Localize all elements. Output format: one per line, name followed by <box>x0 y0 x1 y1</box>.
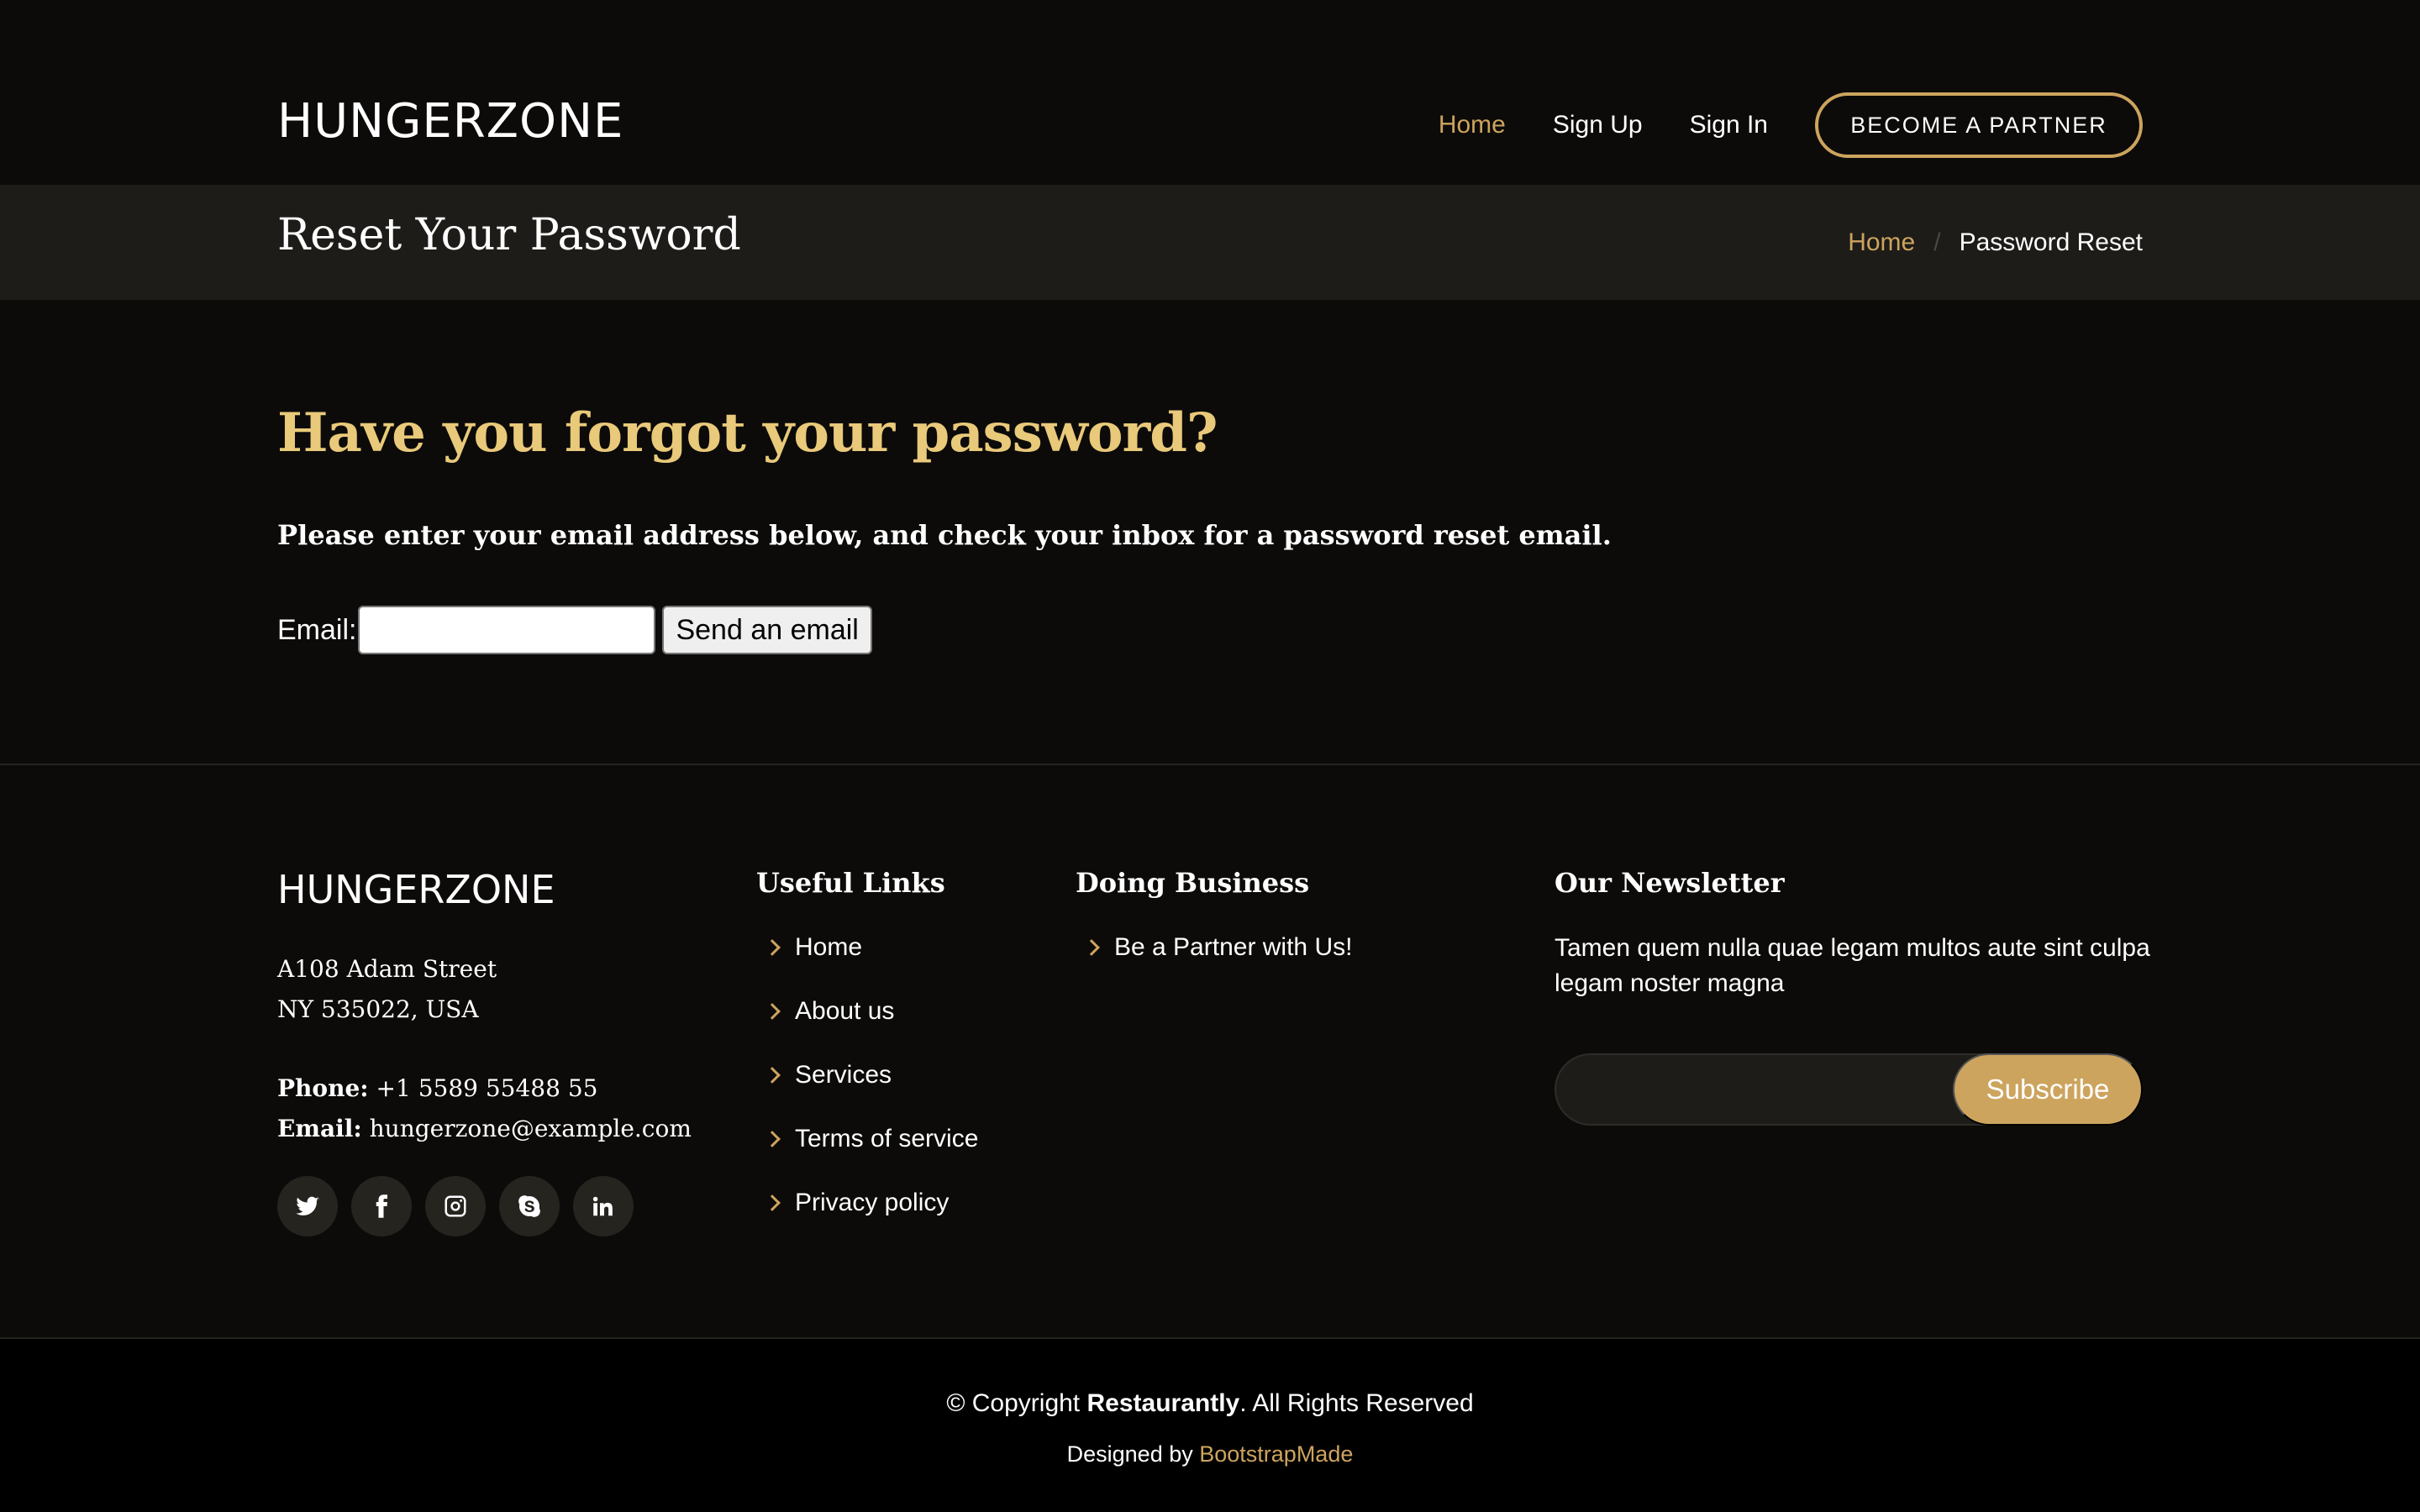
become-partner-button[interactable]: BECOME A PARTNER <box>1815 92 2143 158</box>
breadcrumb-home-link[interactable]: Home <box>1848 228 1915 257</box>
footer-link-terms[interactable]: Terms of service <box>756 1107 978 1171</box>
breadcrumb-current: Password Reset <box>1959 228 2143 256</box>
useful-links-title: Useful Links <box>756 867 945 899</box>
phone-value: +1 5589 55488 55 <box>376 1074 598 1102</box>
skype-icon[interactable] <box>499 1176 560 1236</box>
footer-link-partner-label[interactable]: Be a Partner with Us! <box>1114 933 1352 962</box>
nav-sign-up[interactable]: Sign Up <box>1553 111 1643 139</box>
nav-home[interactable]: Home <box>1439 111 1506 139</box>
linkedin-icon[interactable] <box>573 1176 634 1236</box>
chevron-right-icon <box>764 1003 781 1020</box>
footer-link-privacy[interactable]: Privacy policy <box>756 1171 978 1235</box>
copyright-prefix: © Copyright <box>946 1389 1087 1417</box>
site-logo[interactable]: HUNGERZONE <box>277 94 623 149</box>
twitter-icon[interactable] <box>277 1176 338 1236</box>
copyright-bar <box>0 1337 2420 1512</box>
site-header: HUNGERZONE Home Sign Up Sign In BECOME A… <box>0 0 2420 185</box>
footer-email-value: hungerzone@example.com <box>369 1115 692 1142</box>
credits-prefix: Designed by <box>1066 1441 1200 1467</box>
credits: Designed by BootstrapMade <box>0 1441 2420 1467</box>
nav-sign-in[interactable]: Sign In <box>1690 111 1768 139</box>
footer-link-about[interactable]: About us <box>756 979 978 1043</box>
doing-business-title: Doing Business <box>1076 867 1310 899</box>
address-line-2: NY 535022, USA <box>277 995 479 1023</box>
breadcrumb-separator: / <box>1933 228 1941 256</box>
newsletter-form: Subscribe <box>1555 1053 2143 1126</box>
newsletter-email-input[interactable] <box>1573 1063 1943 1116</box>
footer-link-about-label[interactable]: About us <box>795 997 894 1026</box>
footer-logo: HUNGERZONE <box>277 867 555 912</box>
copyright: © Copyright Restaurantly. All Rights Res… <box>0 1389 2420 1418</box>
footer-address: A108 Adam Street NY 535022, USA <box>277 949 497 1030</box>
footer-link-services[interactable]: Services <box>756 1043 978 1107</box>
chevron-right-icon <box>764 939 781 956</box>
reset-description: Please enter your email address below, a… <box>277 519 1612 551</box>
email-input[interactable] <box>358 606 656 654</box>
chevron-right-icon <box>764 1131 781 1147</box>
address-line-1: A108 Adam Street <box>277 955 497 983</box>
copyright-suffix: . All Rights Reserved <box>1239 1389 1474 1417</box>
newsletter-title: Our Newsletter <box>1555 867 1785 899</box>
footer-link-partner[interactable]: Be a Partner with Us! <box>1076 916 1352 979</box>
reset-form: Email: Send an email <box>277 605 872 655</box>
designer-link[interactable]: BootstrapMade <box>1199 1441 1353 1467</box>
send-email-button[interactable]: Send an email <box>662 606 872 654</box>
copyright-brand: Restaurantly <box>1086 1389 1240 1417</box>
footer-link-terms-label[interactable]: Terms of service <box>795 1125 978 1153</box>
instagram-icon[interactable] <box>425 1176 486 1236</box>
footer-contact: Phone: +1 5589 55488 55 Email: hungerzon… <box>277 1068 692 1149</box>
newsletter-text: Tamen quem nulla quae legam multos aute … <box>1555 934 2150 997</box>
phone-label: Phone: <box>277 1074 369 1102</box>
footer-link-services-label[interactable]: Services <box>795 1061 892 1089</box>
doing-business-list: Be a Partner with Us! <box>1076 916 1352 979</box>
main-nav: Home Sign Up Sign In BECOME A PARTNER <box>1439 92 2143 158</box>
footer-link-home-label[interactable]: Home <box>795 933 862 962</box>
footer-link-home[interactable]: Home <box>756 916 978 979</box>
reset-heading: Have you forgot your password? <box>277 402 1218 465</box>
footer-divider <box>0 764 2420 765</box>
chevron-right-icon <box>764 1194 781 1211</box>
subscribe-button[interactable]: Subscribe <box>1953 1053 2143 1126</box>
useful-links-list: Home About us Services Terms of service … <box>756 916 978 1235</box>
chevron-right-icon <box>764 1067 781 1084</box>
footer-link-privacy-label[interactable]: Privacy policy <box>795 1189 949 1217</box>
footer-email-label: Email: <box>277 1115 362 1142</box>
chevron-right-icon <box>1083 939 1100 956</box>
email-label: Email: <box>277 613 357 646</box>
breadcrumb: Home / Password Reset <box>1848 228 2143 257</box>
social-links <box>277 1176 647 1236</box>
page-title: Reset Your Password <box>277 210 741 260</box>
facebook-icon[interactable] <box>351 1176 412 1236</box>
